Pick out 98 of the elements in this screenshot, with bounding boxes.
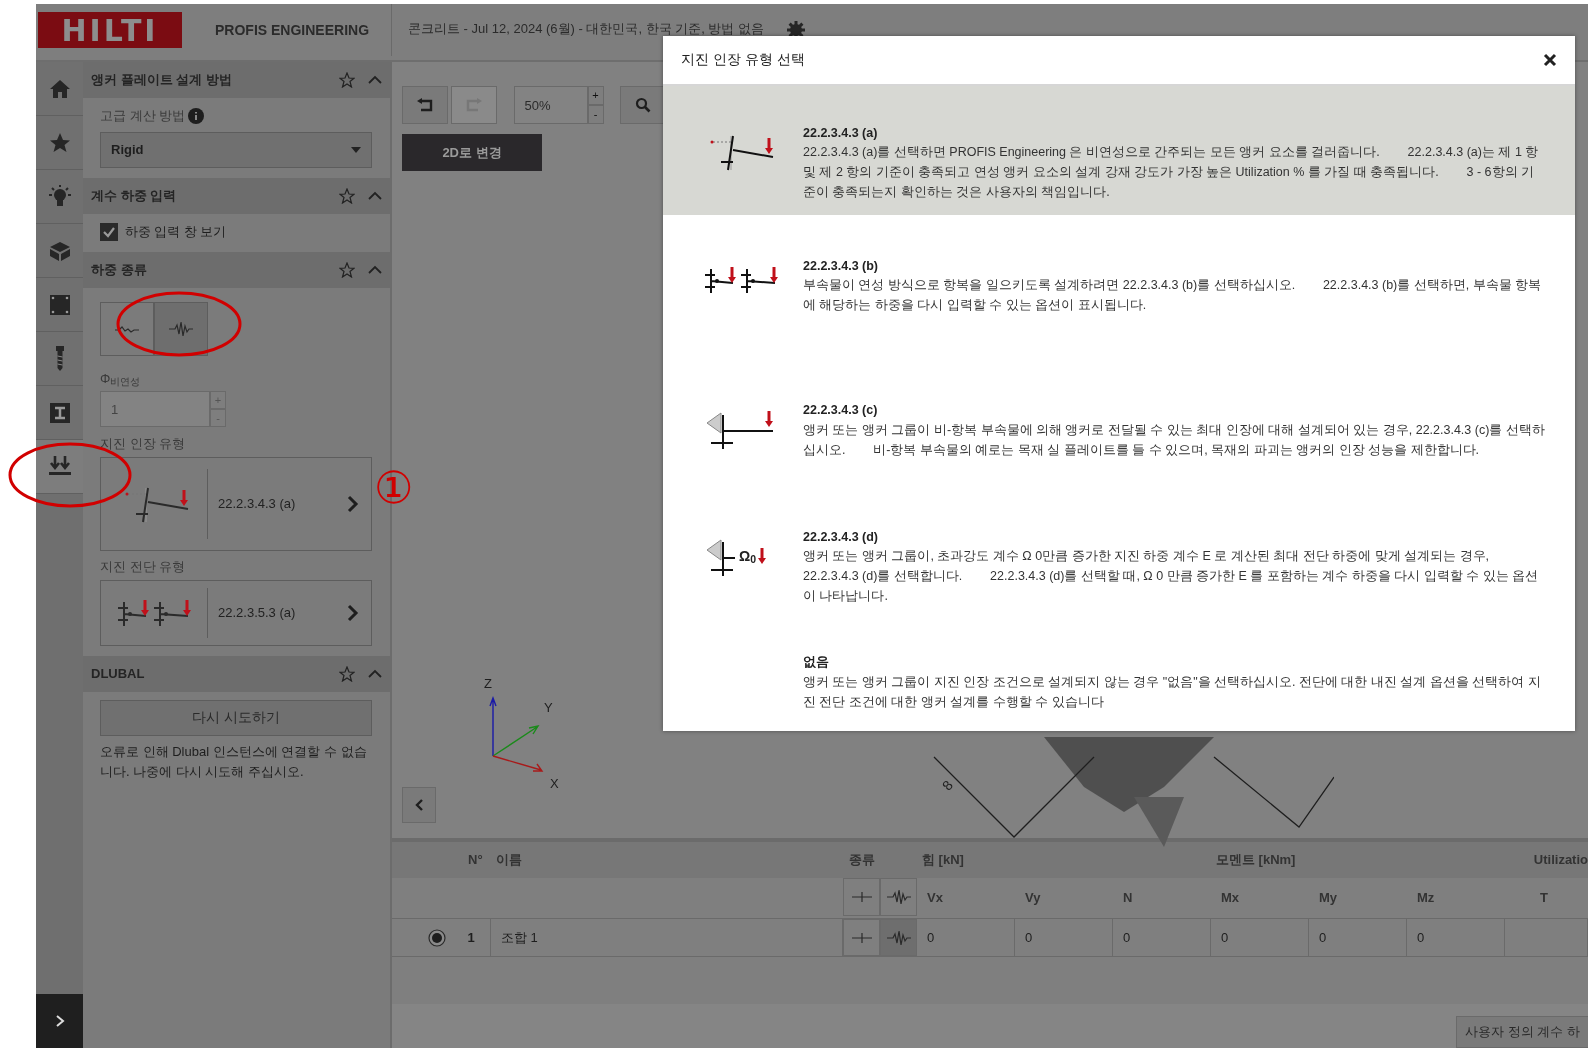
star-icon[interactable] xyxy=(339,188,355,204)
value-cell[interactable]: 0 xyxy=(1015,919,1113,956)
y-axis-label: Y xyxy=(544,699,553,717)
section-header[interactable]: 하중 종류 xyxy=(83,251,390,288)
anchor-pair-icon xyxy=(116,597,192,628)
number-field[interactable]: 1 xyxy=(100,391,210,428)
option-title: 22.2.3.4.3 (a) xyxy=(803,124,879,142)
option-title: 없음 xyxy=(803,654,830,672)
undo-button[interactable] xyxy=(402,86,448,124)
seismic-shear-selector[interactable]: 22.2.3.5.3 (a) xyxy=(100,579,372,646)
star-icon[interactable] xyxy=(339,665,355,682)
load-type-toggle[interactable] xyxy=(154,301,208,356)
dropdown[interactable]: Rigid xyxy=(100,132,372,168)
star-icon[interactable] xyxy=(339,261,355,278)
seismic-load-icon xyxy=(168,320,194,337)
project-title: 콘크리트 - Jul 12, 2024 (6월) - 대한민국, 한국 기준, 방법 없음 xyxy=(408,20,765,38)
section-header[interactable]: 앵커 플레이트 설계 방법 xyxy=(83,62,390,98)
x-axis-label: X xyxy=(550,775,559,793)
logo: HILTI xyxy=(38,12,182,48)
option-description: 앵커 또는 앵커 그룹이 지진 인장 조건으로 설계되지 않는 경우 "없음"을 선택하십시오. 전단에 대한 내진 설계 옵션을 선택하여 지진 전단 조건에 대한 앵커 설계를 수행할 수 있습니다 xyxy=(803,673,1542,711)
anchor-bolt-icon xyxy=(55,346,64,371)
field-label: 지진 인장 유형 xyxy=(100,434,187,453)
chevron-left-icon xyxy=(415,799,423,811)
value-cell[interactable]: 0 xyxy=(917,919,1015,956)
option-item[interactable]: 없음 앵커 또는 앵커 그룹이 지진 인장 조건으로 설계되지 않는 경우 "없음"을 선택하십시오. 전단에 대한 내진 설계 옵션을 선택하여 지진 전단 조건에 대한 앵커 설계를 수행할 수 있습니다 xyxy=(663,615,1575,731)
seismic-load-icon xyxy=(885,889,912,905)
option-description: 앵커 또는 앵커 그룹이, 초과강도 계수 Ω 0만큼 증가한 지진 하중 계수 E 로 계산된 최대 전단 하중에 맞게 설계되는 경우, 22.2.3.4.3 (d)를 선택합니다. 22.2.3.4.3 (d)를 선택할 때, Ω 0 만큼 증가한 E 를 포함하는 계수 하중을 다시 입력할 수 있는 옵션이 나타납니다. xyxy=(803,548,1540,606)
anchor-pair-icon xyxy=(703,264,779,295)
caret-icon xyxy=(351,147,361,153)
chevron-right-icon xyxy=(54,1014,65,1028)
column-header: Vy xyxy=(1024,889,1042,908)
column-header: 종류 xyxy=(848,851,876,870)
section-header[interactable]: DLUBAL xyxy=(83,655,390,692)
z-axis-label: Z xyxy=(484,675,492,693)
star-icon[interactable] xyxy=(339,72,355,88)
column-header: Mz xyxy=(1416,889,1436,908)
collapse-icon[interactable] xyxy=(368,191,382,201)
info-icon xyxy=(188,107,205,124)
collapse-button[interactable] xyxy=(402,787,436,823)
load-type-toggle[interactable] xyxy=(843,919,880,956)
column-header: 힘 [kN] xyxy=(921,851,965,870)
zoom-field[interactable]: 50% xyxy=(513,86,588,124)
chevron-right-icon xyxy=(347,603,359,622)
modal-title: 지진 인장 유형 선택 xyxy=(681,50,806,70)
radio-button[interactable] xyxy=(427,928,446,947)
field-label: 고급 계산 방법 xyxy=(100,107,186,125)
seismic-load-icon xyxy=(885,929,912,946)
static-load-icon xyxy=(850,889,873,905)
load-type-toggle[interactable] xyxy=(100,301,154,356)
checkbox[interactable] xyxy=(100,222,118,241)
row-number: 1 xyxy=(466,928,476,947)
annotation-number: ① xyxy=(374,466,414,510)
section-header[interactable]: 계수 하중 입력 xyxy=(83,178,390,214)
column-header: N° xyxy=(467,851,484,870)
product-name: PROFIS ENGINEERING xyxy=(215,21,371,40)
column-header: N xyxy=(1122,889,1134,908)
option-title: 22.2.3.4.3 (d) xyxy=(803,528,880,546)
error-message: 오류로 인해 Dlubal 인스턴스에 연결할 수 없습니다. 나중에 다시 시도해 주십시오. xyxy=(100,743,368,782)
option-description: 22.2.3.4.3 (a)를 선택하면 PROFIS Engineering 은 비연성으로 간주되는 모든 앵커 요소를 걸러줍니다. 22.2.3.4.3 (a)는 제 1 항 및 제 2 항의 기준이 충족되고 연성 앵커 요소의 설계 강재 강도가 가장 높은 Utilization % 를 가질 때 충족됩니다. 3 - 6항의 기준이 충족되는지 확인하는 것은 사용자의 책임입니다. xyxy=(803,144,1540,202)
field-label: 지진 전단 유형 xyxy=(100,558,187,576)
mode-switch-button[interactable]: 2D로 변경 xyxy=(402,134,542,171)
option-item[interactable] xyxy=(663,85,1575,215)
search-button[interactable] xyxy=(619,86,666,124)
column-header: Utilizatio xyxy=(1532,851,1588,870)
load-type-toggle[interactable] xyxy=(880,919,917,956)
close-icon xyxy=(1543,52,1557,67)
option-item[interactable]: Ω$_{0}$ 22.2.3.4.3 (d) 앵커 또는 앵커 그룹이, 초과강도 계수 Ω 0만큼 증가한 지진 하중 계수 E 로 계산된 최대 전단 하중에 맞게 설계되는 경우, 22.2.3.4.3 (d)를 선택합니다. 22.2.3.4.3 (d)를 선택할 때, Ω 0 만큼 증가한 E 를 포함하는 계수 하중을 다시 입력할 수 있는 옵션이 나타납니다. xyxy=(663,489,1575,616)
collapse-icon[interactable] xyxy=(368,264,382,275)
value-cell[interactable]: 0 xyxy=(1113,919,1211,956)
close-button[interactable] xyxy=(1543,52,1557,67)
option-description: 부속물이 연성 방식으로 항복을 일으키도록 설계하려면 22.2.3.4.3 (b)를 선택하십시오. 22.2.3.4.3 (b)를 선택하면, 부속물 항복에 해당하는 하중을 다시 입력할 수 있는 옵션이 표시됩니다. xyxy=(803,277,1543,315)
column-header: Mx xyxy=(1220,889,1241,908)
option-item[interactable]: 22.2.3.4.3 (b) 부속물이 연성 방식으로 항복을 일으키도록 설계하려면 22.2.3.4.3 (b)를 선택하십시오. 22.2.3.4.3 (b)를 선택하면, 부속물 항복에 해당하는 하중을 다시 입력할 수 있는 옵션이 표시됩니다. xyxy=(663,214,1575,360)
collapse-icon[interactable] xyxy=(368,75,382,85)
checkbox-label: 하중 입력 창 보기 xyxy=(124,223,227,241)
collapse-icon[interactable] xyxy=(368,668,382,679)
load-arrow-icon xyxy=(757,545,768,566)
search-icon xyxy=(634,97,651,113)
column-header: My xyxy=(1318,889,1339,908)
chevron-right-icon xyxy=(347,494,359,513)
omega-label: Ω$_{0}$ xyxy=(739,546,757,567)
column-header: 이름 xyxy=(495,851,523,870)
option-title: 22.2.3.4.3 (c) xyxy=(803,402,879,420)
column-header: Vx xyxy=(926,889,944,908)
value-cell[interactable]: 0 xyxy=(1407,919,1505,956)
retry-button[interactable]: 다시 시도하기 xyxy=(100,699,372,736)
sidebar-tab[interactable] xyxy=(36,440,83,494)
undo-icon xyxy=(416,98,434,112)
value-cell[interactable]: 0 xyxy=(1309,919,1407,956)
option-title: 22.2.3.4.3 (b) xyxy=(803,257,880,275)
custom-factor-button[interactable]: 사용자 정의 계수 하 xyxy=(1456,1016,1588,1048)
column-header: T xyxy=(1539,889,1549,908)
column-header: 모멘트 [kNm] xyxy=(1215,851,1297,870)
option-description: 앵커 또는 앵커 그룹이 비-항복 부속물에 의해 앵커로 전달될 수 있는 최대 인장에 대해 설계되어 있는 경우, 22.2.3.4.3 (c)를 선택하십시오. 비-항복 부속물의 예로는 목재 실 플레이트를 들 수 있으며, 목재의 파괴는 앵커의 인장 성능을 제한합니다. xyxy=(803,422,1545,460)
dimension-label: 8 xyxy=(937,776,958,796)
value-cell[interactable]: 0 xyxy=(1211,919,1309,956)
option-item[interactable]: 22.2.3.4.3 (c) 앵커 또는 앵커 그룹이 비-항복 부속물에 의해 앵커로 전달될 수 있는 최대 인장에 대해 설계되어 있는 경우, 22.2.3.4.3 (c)를 선택하십시오. 비-항복 부속물의 예로는 목재 실 플레이트를 들 수 있으며, 목재의 파괴는 앵커의 인장 성능을 제한합니다. xyxy=(663,359,1575,490)
seismic-tension-selector[interactable]: 22.2.3.4.3 (a) xyxy=(100,456,372,551)
